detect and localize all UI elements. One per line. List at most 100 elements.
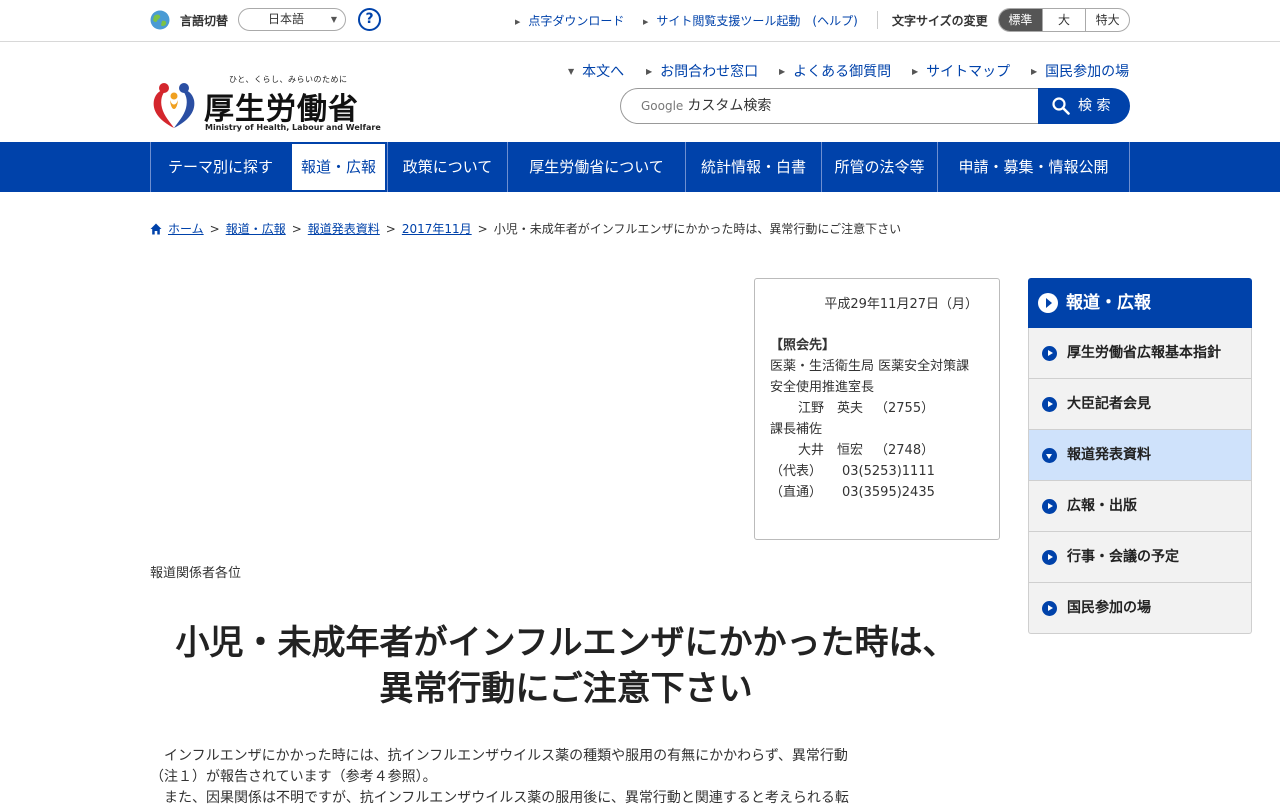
contact-rep-label: （代表） [770, 464, 823, 479]
sidebar-item-publications[interactable]: 広報・出版 [1028, 481, 1252, 532]
skip-to-content-link[interactable]: ▼ 本文へ [568, 61, 624, 81]
breadcrumb-separator: > [477, 222, 488, 236]
sitemap-link[interactable]: ▶ サイトマップ [912, 61, 1010, 81]
nav-item-themes[interactable]: テーマ別に探す [150, 142, 290, 192]
chevron-down-icon: ▼ [330, 15, 337, 24]
body-line: インフルエンザにかかった時には、抗インフルエンザウイルス薬の種類や服用の有無にか… [150, 748, 848, 764]
sidebar-item-press-conference[interactable]: 大臣記者会見 [1028, 379, 1252, 430]
public-participation-link[interactable]: ▶ 国民参加の場 [1031, 61, 1129, 81]
utility-bar: 言語切替 日本語 ▼ ? ▶ 点字ダウンロード ▶ サイト閲覧支援ツール起動 (ヘル… [0, 0, 1280, 42]
mhlw-logo-icon[interactable] [150, 80, 198, 132]
triangle-right-icon: ▶ [643, 18, 649, 26]
search-placeholder: カスタム検索 [687, 98, 772, 114]
triangle-right-icon: ▶ [646, 67, 653, 76]
sidebar-title-label: 報道・広報 [1066, 293, 1151, 313]
faq-link[interactable]: ▶ よくある御質問 [779, 61, 891, 81]
contact-window-link[interactable]: ▶ お問合わせ窓口 [646, 61, 758, 81]
breadcrumb-month-link[interactable]: 2017年11月 [402, 222, 472, 236]
nav-item-laws[interactable]: 所管の法令等 [821, 142, 937, 192]
contact-direct-label: （直通） [770, 485, 823, 500]
faq-label: よくある御質問 [793, 64, 892, 80]
public-participation-label: 国民参加の場 [1045, 64, 1130, 80]
braille-download-link[interactable]: ▶ 点字ダウンロード [515, 12, 624, 29]
sidebar-item-label: 国民参加の場 [1067, 600, 1151, 616]
contact-direct-phone: （直通） 03(3595)2435 [770, 482, 984, 503]
nav-item-policy[interactable]: 政策について [387, 142, 507, 192]
contact-direct-number: 03(3595)2435 [842, 485, 935, 500]
language-select[interactable]: 日本語 ▼ [238, 8, 346, 31]
breadcrumb-home-link[interactable]: ホーム [168, 222, 204, 236]
nav-item-statistics[interactable]: 統計情報・白書 [685, 142, 821, 192]
sidebar-item-events[interactable]: 行事・会議の予定 [1028, 532, 1252, 583]
sidebar-item-label: 厚生労働省広報基本指針 [1067, 345, 1221, 361]
breadcrumb-current: 小児・未成年者がインフルエンザにかかった時は、異常行動にご注意下さい [493, 222, 902, 236]
contact-person-2: 大井 恒宏 （2748） [770, 440, 984, 461]
circle-arrow-icon [1042, 346, 1057, 361]
contact-window-label: お問合わせ窓口 [660, 64, 759, 80]
contact-person-1-ext: （2755） [875, 401, 935, 416]
font-size-standard-button[interactable]: 標準 [999, 9, 1042, 31]
breadcrumb: ホーム > 報道・広報 > 報道発表資料 >2017年11月 > 小児・未成年者がインフルエン… [150, 220, 901, 237]
circle-arrow-icon [1042, 499, 1057, 514]
globe-icon [150, 10, 170, 30]
breadcrumb-separator: > [209, 222, 220, 236]
search-icon [1052, 97, 1070, 115]
sidebar-item-label: 行事・会議の予定 [1067, 549, 1179, 565]
contact-box: 平成29年11月27日（月） 【照会先】 医薬・生活衛生局 医薬安全対策課 安全… [754, 278, 1000, 540]
breadcrumb-separator: > [291, 222, 302, 236]
font-size-xlarge-button[interactable]: 特大 [1085, 9, 1129, 31]
google-brand-label: Google [641, 99, 684, 113]
braille-download-label: 点字ダウンロード [528, 14, 625, 28]
font-size-switcher: 標準 大 特大 [998, 8, 1130, 32]
skip-to-content-label: 本文へ [582, 64, 625, 80]
nav-item-press[interactable]: 報道・広報 [290, 142, 387, 192]
body-line: （注１）が報告されています（参考４参照）。 [150, 769, 437, 785]
page-title-line-1: 小児・未成年者がインフルエンザにかかった時は、 [175, 623, 957, 663]
page-title-line-2: 異常行動にご注意下さい [379, 669, 753, 709]
sitemap-label: サイトマップ [926, 64, 1011, 80]
sidebar-item-label: 大臣記者会見 [1067, 396, 1151, 412]
triangle-right-icon: ▶ [515, 18, 521, 26]
accessibility-tool-label: サイト閲覧支援ツール起動 (ヘルプ) [656, 14, 858, 28]
divider [877, 11, 878, 29]
accessibility-tool-link[interactable]: ▶ サイト閲覧支援ツール起動 (ヘルプ) [643, 12, 858, 29]
breadcrumb-separator: > [385, 222, 396, 236]
triangle-down-icon: ▼ [568, 67, 575, 76]
sidebar-item-press-releases[interactable]: 報道発表資料 [1028, 430, 1252, 481]
contact-person-2-name: 大井 恒宏 [798, 443, 864, 458]
font-size-large-button[interactable]: 大 [1041, 9, 1086, 31]
contact-person-1: 江野 英夫 （2755） [770, 398, 984, 419]
contact-person-1-name: 江野 英夫 [798, 401, 864, 416]
search-button-label: 検 索 [1078, 98, 1111, 114]
help-button[interactable]: ? [358, 8, 381, 31]
nav-item-about[interactable]: 厚生労働省について [507, 142, 685, 192]
contact-title: 【照会先】 [770, 338, 836, 353]
sidebar-item-public-participation[interactable]: 国民参加の場 [1028, 583, 1252, 634]
nav-item-applications[interactable]: 申請・募集・情報公開 [937, 142, 1130, 192]
home-icon [150, 223, 162, 235]
circle-arrow-down-icon [1042, 448, 1057, 463]
triangle-right-icon: ▶ [779, 67, 786, 76]
global-nav: テーマ別に探す 報道・広報 政策について 厚生労働省について 統計情報・白書 所… [0, 142, 1280, 192]
sidebar-nav: 報道・広報 厚生労働省広報基本指針 大臣記者会見 報道発表資料 広報・出版 行事… [1028, 278, 1252, 634]
logo-name[interactable]: 厚生労働省 [204, 84, 359, 128]
contact-rep-phone: （代表） 03(5253)1111 [770, 461, 984, 482]
search-button[interactable]: 検 索 [1038, 88, 1130, 124]
sidebar-item-label: 報道発表資料 [1067, 447, 1151, 463]
contact-person-2-ext: （2748） [875, 443, 935, 458]
breadcrumb-press-link[interactable]: 報道・広報 [226, 222, 286, 236]
contact-role-2: 課長補佐 [770, 422, 823, 437]
circle-arrow-icon [1042, 550, 1057, 565]
sidebar-item-label: 広報・出版 [1067, 498, 1137, 514]
search-input[interactable]: Google カスタム検索 [620, 88, 1040, 124]
logo-english-name: Ministry of Health, Labour and Welfare [205, 123, 381, 132]
circle-arrow-icon [1042, 601, 1057, 616]
language-select-value: 日本語 [267, 12, 304, 26]
sidebar-title[interactable]: 報道・広報 [1028, 278, 1252, 328]
font-size-label: 文字サイズの変更 [892, 14, 988, 28]
body-line: また、因果関係は不明ですが、抗インフルエンザウイルス薬の服用後に、異常行動と関連… [150, 790, 849, 806]
page-title: 小児・未成年者がインフルエンザにかかった時は、 異常行動にご注意下さい [150, 620, 982, 712]
breadcrumb-press-release-link[interactable]: 報道発表資料 [308, 222, 380, 236]
contact-department: 医薬・生活衛生局 医薬安全対策課 [770, 359, 970, 374]
sidebar-item-pr-guidelines[interactable]: 厚生労働省広報基本指針 [1028, 328, 1252, 379]
